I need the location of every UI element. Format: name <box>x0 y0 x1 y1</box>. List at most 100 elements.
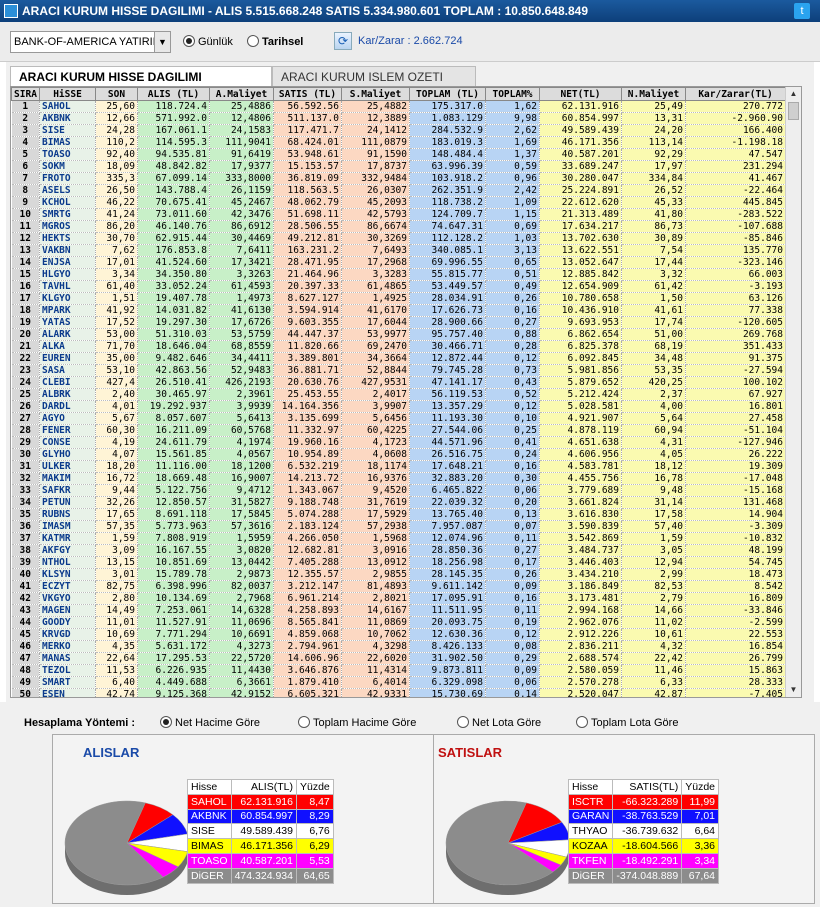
table-row[interactable]: 50 ESEN 42,74 9.125.368 42,9152 6.605.321 42,9… <box>11 688 786 697</box>
vertical-scrollbar[interactable]: ▲ ▼ <box>785 87 801 697</box>
column-header[interactable]: SIRA <box>11 87 40 101</box>
table-row[interactable]: 16 TAVHL 61,40 33.052.24 61,4593 20.397.33 61,… <box>11 280 786 293</box>
table-row[interactable]: 2 AKBNK 12,66 571.992.0 12,4806 511.137.0 12,3… <box>11 112 786 125</box>
scroll-down-icon[interactable]: ▼ <box>786 683 801 697</box>
radio-toplam-hacim-indicator[interactable] <box>298 716 310 728</box>
table-row[interactable]: 20 ALARK 53,00 51.310.03 53,5759 44.447.37 53,… <box>11 328 786 341</box>
column-header[interactable]: S.Maliyet <box>341 87 410 101</box>
table-row[interactable]: 35 RUBNS 17,65 8.691.118 17,5845 5.074.288 17,… <box>11 508 786 521</box>
table-row[interactable]: 8 ASELS 26,50 143.788.4 26,1159 118.563.5 26,0… <box>11 184 786 197</box>
radio-daily[interactable]: Günlük <box>183 35 233 49</box>
table-row[interactable]: 11 MGROS 86,20 46.140.76 86,6912 28.506.55 86,… <box>11 220 786 233</box>
table-row[interactable]: 48 TEZOL 11,53 6.226.935 11,4430 3.646.876 11,… <box>11 664 786 677</box>
radio-toplam-lota[interactable]: Toplam Lota Göre <box>576 716 678 729</box>
table-row[interactable]: 36 IMASM 57,35 5.773.963 57,3616 2.183.124 57,… <box>11 520 786 533</box>
table-row[interactable]: 3 SISE 24,28 167.061.1 24,1583 117.471.7 24,14… <box>11 124 786 137</box>
table-cell: 111,9041 <box>209 136 274 149</box>
table-cell: 25.453.55 <box>273 388 342 401</box>
refresh-icon[interactable]: ⟳ <box>334 32 352 50</box>
table-row[interactable]: 30 GLYHO 4,07 15.561.85 4,0567 10.954.89 4,060… <box>11 448 786 461</box>
radio-toplam-lota-indicator[interactable] <box>576 716 588 728</box>
table-row[interactable]: 32 MAKIM 16,72 18.669.48 16,9007 14.213.72 16,… <box>11 472 786 485</box>
column-header[interactable]: TOPLAM% <box>485 87 540 101</box>
column-header[interactable]: A.Maliyet <box>209 87 274 101</box>
table-row[interactable]: 14 ENJSA 17,01 41.524.60 17,3421 28.471.95 17,… <box>11 256 786 269</box>
table-row[interactable]: 24 CLEBI 427,4 26.510.41 426,2193 20.630.76 42… <box>11 376 786 389</box>
table-cell: 3.646.876 <box>273 664 342 677</box>
table-row[interactable]: 25 ALBRK 2,40 30.465.97 2,3961 25.453.55 2,401… <box>11 388 786 401</box>
radio-net-hacim[interactable]: Net Hacime Göre <box>160 716 260 729</box>
table-cell: 511.137.0 <box>273 112 342 125</box>
table-row[interactable]: 6 SOKM 18,09 48.842.82 17,9377 15.153.57 17,87… <box>11 160 786 173</box>
table-row[interactable]: 46 MERKO 4,35 5.631.172 4,3273 2.794.961 4,329… <box>11 640 786 653</box>
table-row[interactable]: 19 YATAS 17,52 19.297.30 17,6726 9.603.355 17,… <box>11 316 786 329</box>
table-row[interactable]: 29 CONSE 4,19 24.611.79 4,1974 19.960.16 4,172… <box>11 436 786 449</box>
column-header[interactable]: SON <box>95 87 138 101</box>
table-cell: 47 <box>11 652 40 665</box>
table-row[interactable]: 38 AKFGY 3,09 16.167.55 3,0820 12.682.81 3,091… <box>11 544 786 557</box>
table-row[interactable]: 49 SMART 6,40 4.449.688 6,3661 1.879.410 6,401… <box>11 676 786 689</box>
column-header[interactable]: TOPLAM (TL) <box>409 87 486 101</box>
radio-toplam-hacim[interactable]: Toplam Hacime Göre <box>298 716 416 729</box>
table-row[interactable]: 21 ALKA 71,70 18.646.04 68,8559 11.820.66 69,2… <box>11 340 786 353</box>
chevron-down-icon[interactable]: ▼ <box>154 32 170 52</box>
radio-historical[interactable]: Tarihsel <box>247 35 303 49</box>
scroll-up-icon[interactable]: ▲ <box>786 87 801 101</box>
table-row[interactable]: 33 SAFKR 9,44 5.122.756 9,4712 1.343.067 9,452… <box>11 484 786 497</box>
column-header[interactable]: ALIS (TL) <box>137 87 210 101</box>
radio-net-lota-indicator[interactable] <box>457 716 469 728</box>
twitter-icon[interactable]: t <box>794 3 810 19</box>
table-row[interactable]: 31 ULKER 18,20 11.116.00 18,1200 6.532.219 18,… <box>11 460 786 473</box>
table-row[interactable]: 26 DARDL 4,01 19.292.937 3,9939 14.164.356 3,9… <box>11 400 786 413</box>
legend-cell: 8,29 <box>295 808 334 825</box>
table-row[interactable]: 42 VKGYO 2,80 10.134.69 2,7968 6.961.214 2,802… <box>11 592 786 605</box>
table-cell: 6,40 <box>95 676 138 689</box>
table-row[interactable]: 5 TOASO 92,40 94.535.81 91,6419 53.948.61 91,1… <box>11 148 786 161</box>
table-row[interactable]: 28 FENER 60,30 16.211.09 60,5768 11.332.97 60,… <box>11 424 786 437</box>
tab-islem-ozeti[interactable]: ARACI KURUM ISLEM OZETI <box>272 66 476 88</box>
table-row[interactable]: 43 MAGEN 14,49 7.253.061 14,6328 4.258.893 14,… <box>11 604 786 617</box>
radio-historical-indicator[interactable] <box>247 35 259 47</box>
scroll-thumb[interactable] <box>788 102 799 120</box>
table-cell: SMART <box>39 676 96 689</box>
broker-select[interactable]: BANK-OF-AMERICA YATIRIM ▼ <box>10 31 171 53</box>
column-header[interactable]: N.Maliyet <box>621 87 686 101</box>
table-row[interactable]: 47 MANAS 22,64 17.295.53 22,5720 14.606.96 22,… <box>11 652 786 665</box>
table-cell: 5.074.288 <box>273 508 342 521</box>
table-row[interactable]: 7 FROTO 335,3 67.099.14 333,8000 36.819.09 332… <box>11 172 786 185</box>
table-row[interactable]: 39 NTHOL 13,15 10.851.69 13,0442 7.405.288 13,… <box>11 556 786 569</box>
table-row[interactable]: 18 MPARK 41,92 14.031.82 41,6130 3.594.914 41,… <box>11 304 786 317</box>
table-row[interactable]: 4 BIMAS 110,2 114.595.3 111,9041 68.424.01 111… <box>11 136 786 149</box>
table-row[interactable]: 23 SASA 53,10 42.863.56 52,9483 36.881.71 52,8… <box>11 364 786 377</box>
radio-net-lota[interactable]: Net Lota Göre <box>457 716 541 729</box>
table-row[interactable]: 27 AGYO 5,67 8.057.607 5,6413 3.135.699 5,6456… <box>11 412 786 425</box>
table-row[interactable]: 9 KCHOL 46,22 70.675.41 45,2467 48.062.79 45,2… <box>11 196 786 209</box>
table-row[interactable]: 17 KLGYO 1,51 19.407.78 1,4973 8.627.127 1,492… <box>11 292 786 305</box>
table-cell: 45,2093 <box>341 196 410 209</box>
table-row[interactable]: 1 SAHOL 25,60 118.724.4 25,4886 56.592.56 25,4… <box>11 100 786 113</box>
table-row[interactable]: 45 KRVGD 10,69 7.771.294 10,6691 4.859.068 10,… <box>11 628 786 641</box>
table-row[interactable]: 22 EUREN 35,00 9.482.646 34,4411 3.389.801 34,… <box>11 352 786 365</box>
table-row[interactable]: 41 ECZYT 82,75 6.398.996 82,0037 3.212.147 81,… <box>11 580 786 593</box>
table-row[interactable]: 40 KLSYN 3,01 15.789.78 2,9873 12.355.57 2,985… <box>11 568 786 581</box>
column-header[interactable]: HiSSE <box>39 87 96 101</box>
table-row[interactable]: 12 HEKTS 30,70 62.915.44 30,4469 49.212.81 30,… <box>11 232 786 245</box>
table-row[interactable]: 13 VAKBN 7,62 176.853.8 7,6411 163.231.2 7,649… <box>11 244 786 257</box>
legend-cell: -66.323.289 <box>612 793 683 810</box>
table-cell: 3,34 <box>95 268 138 281</box>
table-row[interactable]: 15 HLGYO 3,34 34.350.80 3,3263 21.464.96 3,328… <box>11 268 786 281</box>
radio-net-hacim-indicator[interactable] <box>160 716 172 728</box>
table-cell: 9,48 <box>621 484 686 497</box>
table-row[interactable]: 37 KATMR 1,59 7.808.919 1,5959 4.266.050 1,596… <box>11 532 786 545</box>
table-row[interactable]: 44 GOODY 11,01 11.527.91 11,0696 8.565.841 11,… <box>11 616 786 629</box>
column-header[interactable]: Kar/Zarar(TL) <box>685 87 786 101</box>
column-header[interactable]: NET(TL) <box>539 87 622 101</box>
table-cell: 15 <box>11 268 40 281</box>
table-row[interactable]: 10 SMRTG 41,24 73.011.60 42,3476 51.698.11 42,… <box>11 208 786 221</box>
table-cell: 4,3298 <box>341 640 410 653</box>
column-header[interactable]: SATIS (TL) <box>273 87 342 101</box>
table-row[interactable]: 34 PETUN 32,26 12.850.57 31,5827 9.188.748 31,… <box>11 496 786 509</box>
radio-daily-indicator[interactable] <box>183 35 195 47</box>
table-cell: 6,4014 <box>341 676 410 689</box>
table-cell: MAKIM <box>39 472 96 485</box>
